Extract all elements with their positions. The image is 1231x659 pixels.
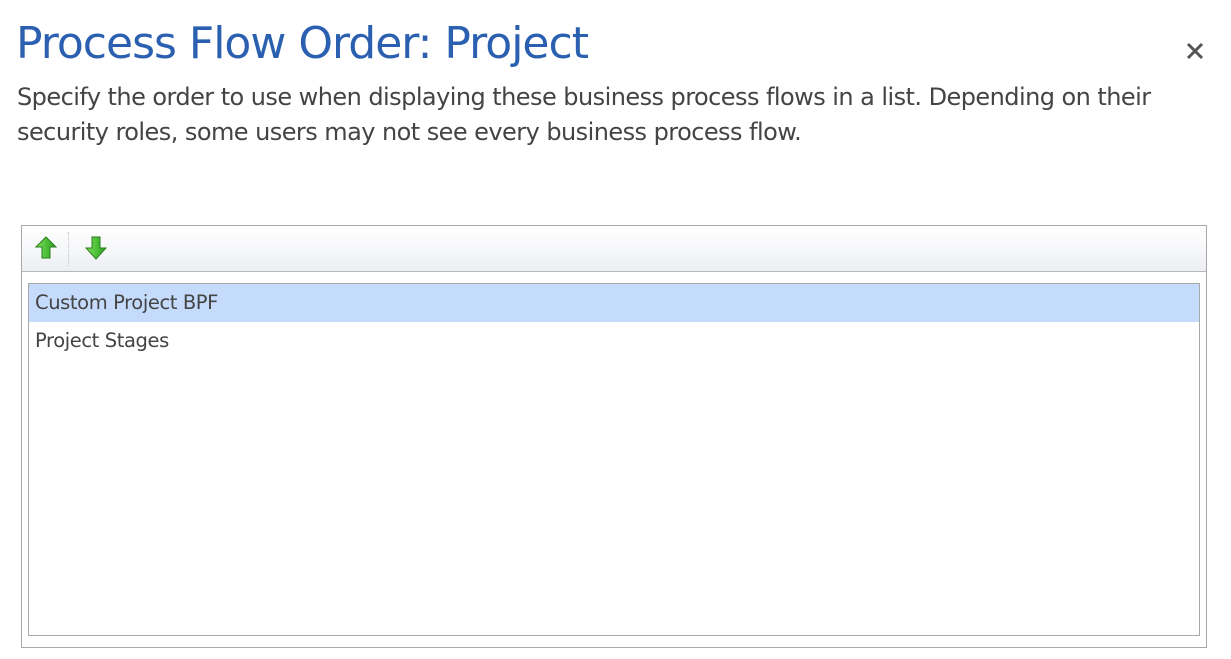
- move-down-button[interactable]: [83, 235, 109, 261]
- process-flow-list[interactable]: Custom Project BPF Project Stages: [28, 283, 1200, 636]
- dialog-description: Specify the order to use when displaying…: [17, 83, 1151, 146]
- move-up-button[interactable]: [33, 235, 59, 261]
- toolbar-separator: [68, 232, 69, 266]
- process-flow-list-panel: Custom Project BPF Project Stages: [21, 225, 1207, 648]
- close-button[interactable]: [1177, 33, 1213, 69]
- list-item[interactable]: Project Stages: [29, 322, 1199, 360]
- arrow-down-icon: [85, 236, 107, 260]
- close-icon: [1186, 42, 1204, 60]
- arrow-up-icon: [35, 236, 57, 259]
- dialog-title: Process Flow Order: Project: [16, 18, 589, 69]
- toolbar: [22, 226, 1206, 272]
- list-item[interactable]: Custom Project BPF: [29, 284, 1199, 322]
